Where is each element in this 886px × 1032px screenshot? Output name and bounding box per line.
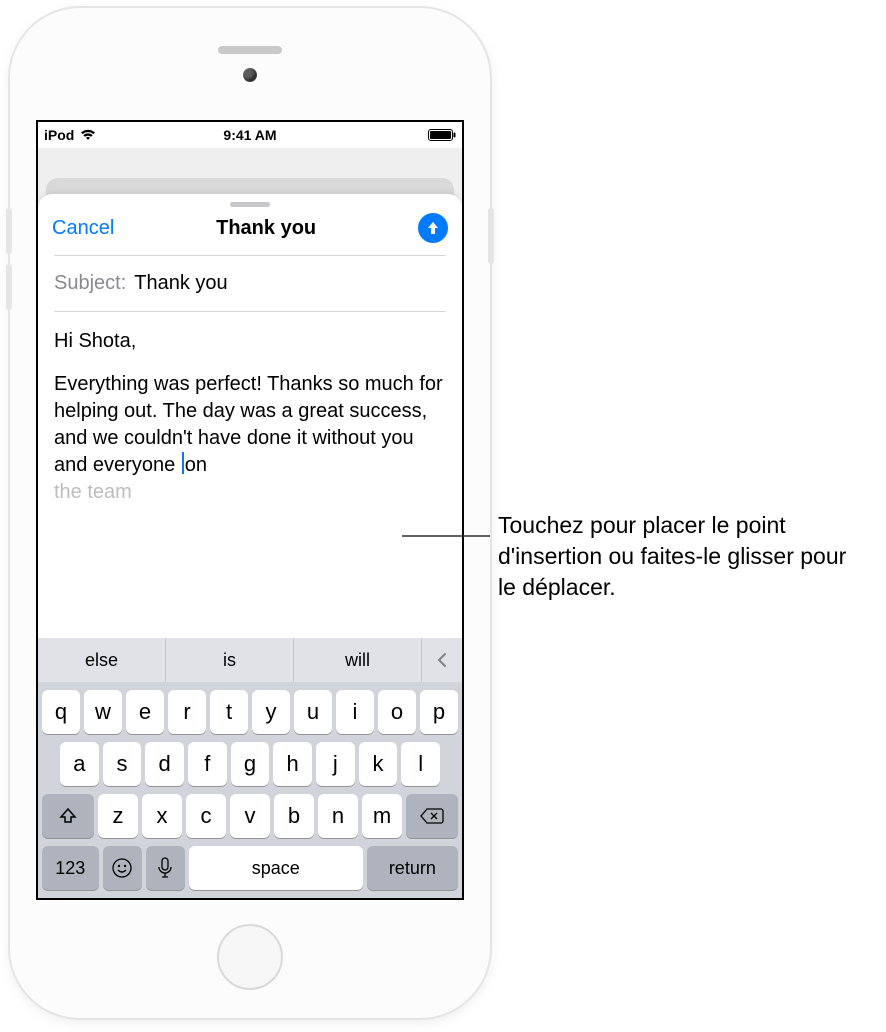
figure-stage: iPod 9:41 AM	[0, 0, 886, 1032]
callout-text: Touchez pour placer le point d'insertion…	[498, 510, 858, 603]
